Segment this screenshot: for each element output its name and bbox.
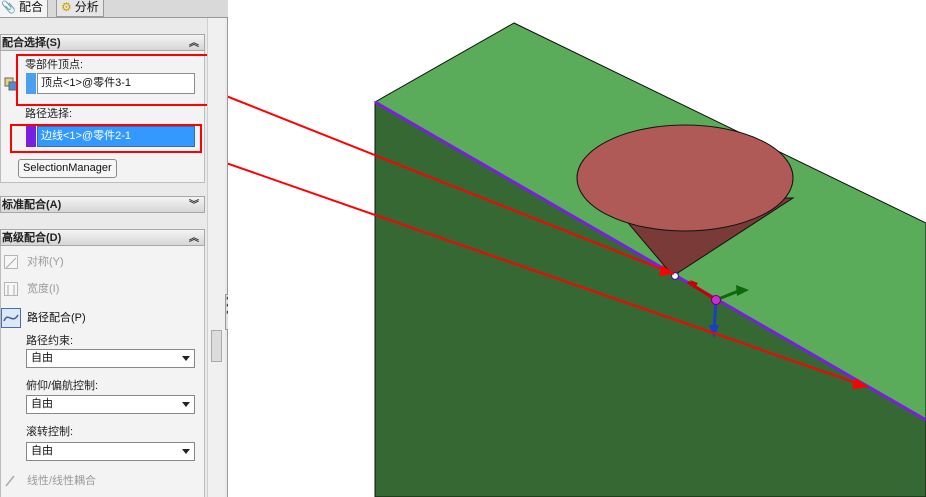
- linear-coupler-label: 线性/线性耦合: [27, 475, 97, 487]
- tab-mates-label: 配合: [18, 0, 43, 14]
- vertex-highlight-annotation: [16, 54, 213, 106]
- linear-coupler-icon: [4, 474, 18, 488]
- graphics-viewport[interactable]: [228, 0, 926, 497]
- symmetric-option[interactable]: 对称(Y): [1, 252, 206, 272]
- path-mate-option[interactable]: 路径配合(P): [1, 308, 206, 328]
- scrollbar-thumb[interactable]: [211, 330, 222, 362]
- analysis-icon: ⚙: [61, 0, 72, 14]
- collapse-chevron-icon[interactable]: ︽: [189, 230, 199, 247]
- mate-selections-header[interactable]: 配合选择(S) ︽: [0, 34, 205, 51]
- symmetric-label: 对称(Y): [27, 256, 64, 268]
- collapse-chevron-icon[interactable]: ︽: [189, 35, 199, 52]
- advanced-mates-title: 高级配合(D): [2, 232, 62, 244]
- pitch-yaw-label: 俯仰/偏航控制:: [26, 380, 99, 392]
- expand-chevron-icon[interactable]: ︾: [189, 197, 199, 214]
- roll-select[interactable]: 自由: [26, 442, 195, 461]
- panel-tabs: 📎 配合 ⚙ 分析: [0, 0, 228, 18]
- dropdown-arrow-icon: [182, 449, 190, 454]
- path-constraint-label: 路径约束:: [26, 335, 74, 347]
- path-constraint-select[interactable]: 自由: [26, 349, 195, 368]
- roll-value: 自由: [31, 445, 53, 457]
- mate-selections-title: 配合选择(S): [2, 37, 61, 49]
- dropdown-arrow-icon: [182, 402, 190, 407]
- path-selection-label: 路径选择:: [25, 108, 73, 120]
- path-mate-label: 路径配合(P): [27, 312, 86, 324]
- roll-label: 滚转控制:: [26, 426, 74, 438]
- path-mate-icon: [1, 308, 21, 328]
- dropdown-arrow-icon: [182, 356, 190, 361]
- tab-analysis[interactable]: ⚙ 分析: [56, 0, 104, 17]
- pitch-yaw-value: 自由: [31, 398, 53, 410]
- paperclip-icon: 📎: [1, 0, 16, 14]
- cone-top-face[interactable]: [576, 124, 794, 232]
- advanced-mates-body: 对称(Y) 宽度(I) 路径配合(P) 路径约束: 自由 俯仰/偏航控制: 自由…: [0, 246, 205, 497]
- tab-mates[interactable]: 📎 配合: [0, 0, 48, 17]
- width-icon: [4, 282, 18, 296]
- linear-coupler-option[interactable]: 线性/线性耦合: [1, 471, 206, 491]
- width-label: 宽度(I): [27, 283, 60, 295]
- selection-manager-button[interactable]: SelectionManager: [18, 159, 117, 178]
- panel-scrollbar[interactable]: [207, 18, 225, 497]
- property-manager-panel: 📎 配合 ⚙ 分析 配合选择(S) ︽ 零部件顶点: 顶点<1>@零件3-1 路径选…: [0, 0, 228, 497]
- pitch-yaw-select[interactable]: 自由: [26, 395, 195, 414]
- standard-mates-title: 标准配合(A): [2, 199, 62, 211]
- tab-analysis-label: 分析: [74, 0, 99, 14]
- advanced-mates-header[interactable]: 高级配合(D) ︽: [0, 229, 205, 246]
- symmetric-icon: [4, 255, 18, 269]
- standard-mates-header[interactable]: 标准配合(A) ︾: [0, 196, 205, 213]
- path-constraint-value: 自由: [31, 352, 53, 364]
- width-option[interactable]: 宽度(I): [1, 279, 206, 299]
- path-highlight-annotation: [10, 124, 202, 153]
- model-scene[interactable]: [228, 0, 926, 497]
- mate-selections-body: 零部件顶点: 顶点<1>@零件3-1 路径选择: 边线<1>@零件2-1 Sel…: [0, 51, 213, 183]
